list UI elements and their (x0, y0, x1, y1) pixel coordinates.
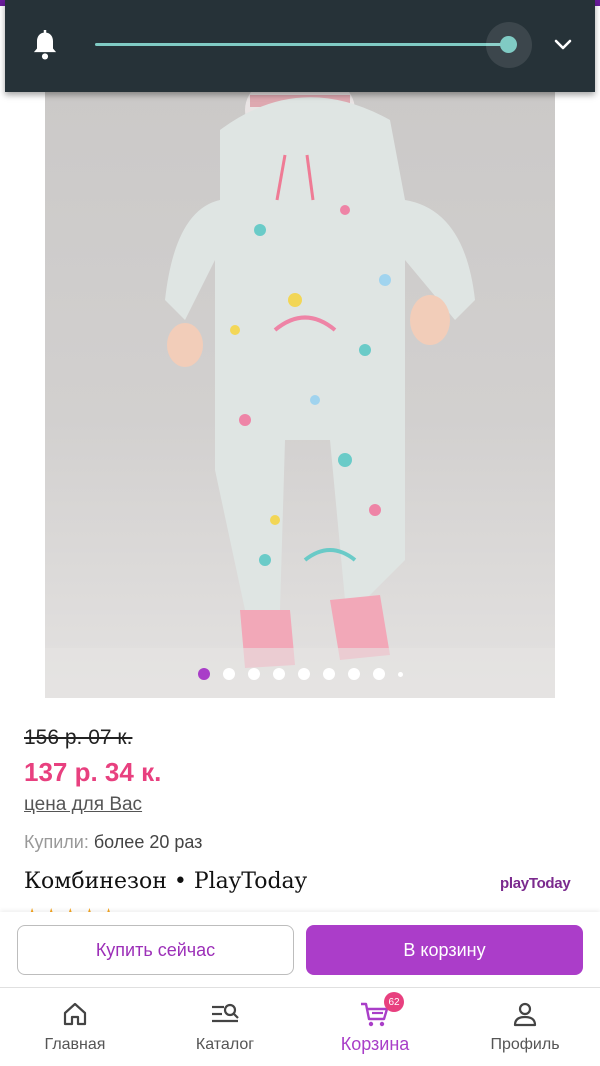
gallery-dot[interactable] (272, 668, 285, 680)
volume-slider-thumb[interactable] (500, 36, 517, 53)
volume-panel (5, 0, 595, 92)
gallery-dot[interactable] (397, 671, 403, 677)
gallery-dot[interactable] (222, 668, 235, 680)
nav-item-catalog[interactable]: Каталог (150, 988, 300, 1066)
current-price: 137 р. 34 к. (24, 757, 162, 787)
gallery-dot[interactable] (322, 668, 335, 680)
volume-slider-track[interactable] (95, 43, 509, 46)
gallery-dot[interactable] (247, 668, 260, 680)
purchase-count-label: Купили: (24, 832, 89, 852)
gallery-dot[interactable] (297, 668, 310, 680)
product-gallery[interactable] (0, 0, 600, 698)
purchase-count: Купили: более 20 раз (24, 832, 202, 853)
product-photo[interactable] (45, 0, 555, 698)
nav-label-catalog: Каталог (195, 1036, 255, 1053)
catalog-icon (212, 1003, 239, 1023)
gallery-pagination (0, 668, 600, 680)
product-title: Комбинезон • PlayToday (24, 869, 308, 894)
gallery-dot[interactable] (372, 668, 385, 680)
personal-price-link[interactable]: цена для Вас (24, 794, 142, 816)
profile-icon (513, 1002, 537, 1027)
nav-label-home: Главная (44, 1036, 106, 1053)
bottom-navigation: Главная Каталог 62 Корзина Профиль (0, 987, 600, 1066)
purchase-count-value: более 20 раз (93, 832, 203, 852)
nav-item-home[interactable]: Главная (0, 988, 150, 1066)
old-price: 156 р. 07 к. (24, 726, 133, 749)
buy-bar: Купить сейчас В корзину (0, 912, 600, 987)
cart-count-badge: 62 (384, 992, 404, 1012)
gallery-dot-active[interactable] (197, 668, 210, 680)
bell-icon[interactable] (30, 30, 60, 62)
add-to-cart-button[interactable]: В корзину (306, 925, 583, 975)
product-page: 156 р. 07 к. 137 р. 34 к. цена для Вас К… (0, 0, 600, 1066)
brand-logo[interactable]: playToday (500, 875, 571, 892)
home-icon (63, 1002, 87, 1026)
gallery-dot[interactable] (347, 668, 360, 680)
child-jumpsuit-illustration (45, 70, 555, 698)
nav-label-profile: Профиль (490, 1036, 560, 1053)
buy-now-button[interactable]: Купить сейчас (17, 925, 294, 975)
nav-item-profile[interactable]: Профиль (450, 988, 600, 1066)
nav-label-cart: Корзина (340, 1034, 410, 1054)
chevron-down-icon[interactable] (551, 34, 575, 54)
nav-item-cart[interactable]: 62 Корзина (300, 988, 450, 1066)
